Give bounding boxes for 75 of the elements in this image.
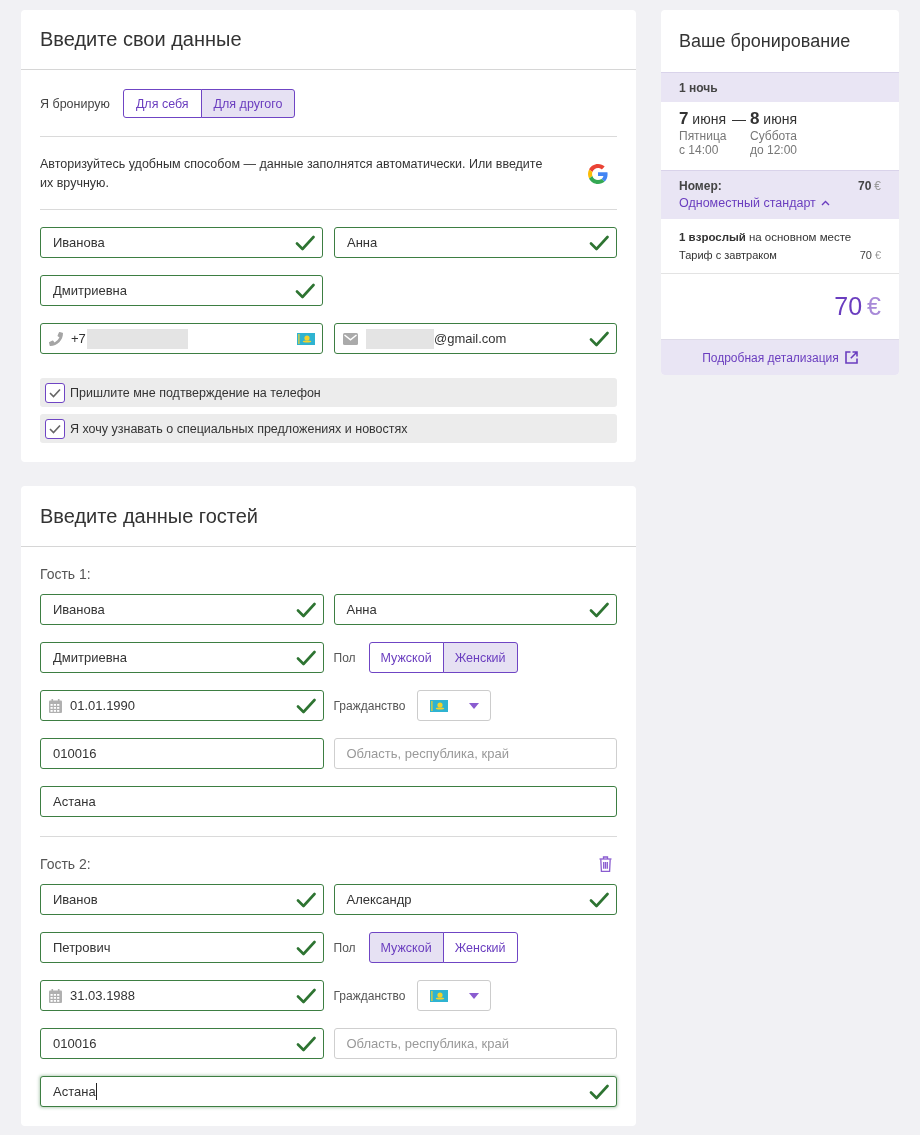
first-name-field[interactable]: Анна <box>334 227 617 258</box>
toggle-option[interactable]: Мужской <box>368 642 444 673</box>
total-price: 70 <box>834 292 863 321</box>
calendar-icon <box>49 698 62 713</box>
checkbox-option[interactable]: Я хочу узнавать о специальных предложениях и новостях <box>40 414 617 443</box>
surname-field[interactable]: Иванова <box>40 227 323 258</box>
checkmark-icon <box>49 423 61 434</box>
field-label: Пол <box>333 650 356 665</box>
field-label: Пол <box>333 940 356 955</box>
room-type-toggle[interactable]: Одноместный стандарт <box>679 194 830 211</box>
check-out-time: до 12:00 <box>750 143 799 157</box>
flag-icon <box>297 332 315 345</box>
checkbox-option[interactable]: Пришлите мне подтверждение на телефон <box>40 378 617 407</box>
currency-sign: € <box>874 179 881 193</box>
calendar-icon <box>49 988 62 1003</box>
surname-field[interactable]: Иванова <box>40 594 324 625</box>
guest-label: Гость 1: <box>40 566 91 582</box>
field-label: Я бронирую <box>40 96 110 111</box>
patronymic-field[interactable]: Дмитриевна <box>40 642 324 673</box>
city-field[interactable]: Астана <box>40 786 617 817</box>
occupancy-text: 1 взрослый на основном месте <box>679 230 853 245</box>
text-cursor <box>95 1083 97 1100</box>
card-title: Ваше бронирование <box>679 30 851 52</box>
room-label: Номер: <box>679 179 722 193</box>
toggle-option[interactable]: Для себя <box>122 89 202 118</box>
surname-field[interactable]: Иванов <box>40 884 324 915</box>
caret-down-icon <box>469 992 480 999</box>
checkmark-icon <box>49 387 61 398</box>
phone-field[interactable]: +7 <box>40 323 323 354</box>
postcode-field[interactable]: 010016 <box>40 1028 324 1059</box>
check-in-time: с 14:00 <box>679 143 720 157</box>
check-out-date: 8 июня <box>750 109 797 129</box>
field-label: Гражданство <box>333 698 406 713</box>
nights-count: 1 ночь <box>679 80 718 95</box>
currency-sign: € <box>874 249 881 261</box>
toggle-option[interactable]: Для другого <box>200 89 296 118</box>
check-out-weekday: Суббота <box>750 129 798 143</box>
guest-label: Гость 2: <box>40 856 91 872</box>
flag-icon <box>430 699 449 712</box>
caret-down-icon <box>469 702 480 709</box>
check-in-weekday: Пятница <box>679 129 728 143</box>
first-name-field[interactable]: Александр <box>333 884 617 915</box>
checkbox[interactable] <box>45 382 65 403</box>
flag-icon <box>430 989 449 1002</box>
birth-date-field[interactable]: 31.03.1988 <box>40 980 324 1011</box>
first-name-field[interactable]: Анна <box>333 594 617 625</box>
section-title: Введите свои данные <box>40 28 242 51</box>
total-currency: € <box>867 292 881 321</box>
postcode-field[interactable]: 010016 <box>40 738 324 769</box>
auth-hint: Авторизуйтесь удобным способом — данные заполнятся автоматически. Или введите их вручную. <box>40 156 544 192</box>
citizenship-select[interactable] <box>417 980 492 1011</box>
toggle-option[interactable]: Женский <box>442 932 518 963</box>
check-in-date: 7 июня <box>679 109 726 129</box>
date-separator: — <box>732 111 746 127</box>
envelope-icon <box>343 332 358 345</box>
phone-icon <box>49 331 63 346</box>
toggle-option[interactable]: Женский <box>442 642 518 673</box>
birth-date-field[interactable]: 01.01.1990 <box>40 690 324 721</box>
toggle-option[interactable]: Мужской <box>368 932 444 963</box>
citizenship-select[interactable] <box>417 690 492 721</box>
checkbox[interactable] <box>45 418 65 439</box>
chevron-up-icon <box>820 199 830 206</box>
details-link[interactable]: Подробная детализация <box>702 350 858 365</box>
patronymic-field[interactable]: Петрович <box>40 932 324 963</box>
google-logo-icon[interactable] <box>588 164 608 184</box>
room-price: 70 <box>857 179 872 193</box>
field-label: Гражданство <box>333 988 406 1003</box>
tariff-name: Тариф с завтраком <box>679 249 777 261</box>
patronymic-field[interactable]: Дмитриевна <box>40 275 323 306</box>
external-link-icon <box>844 351 858 364</box>
tariff-price: 70 <box>859 249 872 261</box>
email-field[interactable]: @gmail.com <box>334 323 617 354</box>
section-title: Введите данные гостей <box>40 504 259 528</box>
city-field[interactable]: Астана <box>40 1076 617 1107</box>
trash-icon[interactable] <box>599 856 612 872</box>
